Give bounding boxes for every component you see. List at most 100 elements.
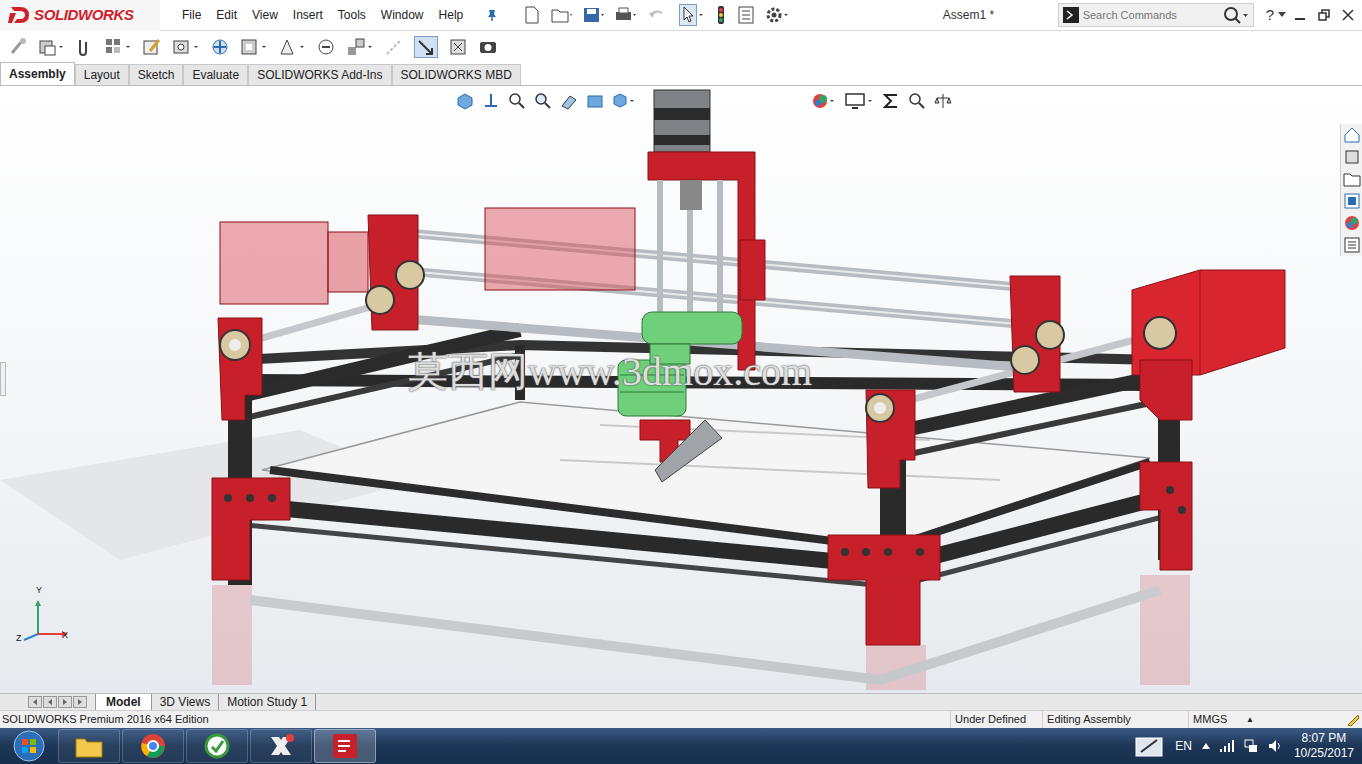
appearances-icon[interactable]: [1343, 214, 1361, 232]
previous-tab-icon[interactable]: [43, 696, 57, 708]
x5-app[interactable]: [250, 729, 312, 763]
open-folder-icon[interactable]: [551, 6, 573, 24]
command-tab-label: SOLIDWORKS MBD: [401, 66, 512, 84]
command-tab[interactable]: Sketch: [129, 64, 184, 85]
save-icon[interactable]: [583, 6, 605, 24]
rebuild-icon[interactable]: [715, 5, 727, 25]
section-view-icon[interactable]: [560, 92, 578, 110]
show-hidden-icon[interactable]: [240, 37, 268, 57]
command-tab[interactable]: SOLIDWORKS MBD: [392, 64, 521, 85]
rebuild-status-icon[interactable]: [1346, 713, 1360, 727]
new-document-icon[interactable]: [523, 6, 541, 24]
edit-component-icon[interactable]: [142, 37, 162, 57]
start-button[interactable]: [0, 729, 58, 763]
volume-icon[interactable]: [1268, 739, 1284, 753]
panel-collapse-handle[interactable]: [0, 362, 6, 396]
green-app[interactable]: [186, 729, 248, 763]
show-hidden-icons-icon[interactable]: [1202, 743, 1210, 749]
previous-view-icon[interactable]: [534, 92, 552, 110]
zoom-area-icon[interactable]: [508, 92, 526, 110]
mate-icon[interactable]: [38, 37, 64, 57]
language-indicator[interactable]: EN: [1175, 737, 1192, 755]
menu-item[interactable]: Tools: [338, 6, 366, 24]
model-tab-label: Model: [106, 693, 141, 711]
explorer-app[interactable]: [58, 729, 120, 763]
minimize-icon[interactable]: [1294, 9, 1306, 21]
mass-properties-icon[interactable]: [934, 92, 952, 110]
undo-icon[interactable]: [647, 6, 669, 24]
next-tab-icon[interactable]: [58, 696, 72, 708]
pin-icon[interactable]: [485, 8, 499, 22]
network-icon[interactable]: [1244, 739, 1258, 753]
command-tab[interactable]: Evaluate: [183, 64, 248, 85]
model-tab[interactable]: Motion Study 1: [219, 694, 316, 711]
move-component-icon[interactable]: [210, 37, 230, 57]
sum-icon[interactable]: [882, 92, 900, 110]
display-icon[interactable]: [844, 92, 874, 110]
explode-line-icon[interactable]: [384, 37, 404, 57]
print-icon[interactable]: [615, 6, 637, 24]
design-library-icon[interactable]: [1343, 148, 1361, 166]
home-icon[interactable]: [1343, 126, 1361, 144]
dynamic-annotation-icon[interactable]: [586, 92, 604, 110]
chrome-app[interactable]: [122, 729, 184, 763]
pen-input-icon[interactable]: [1135, 734, 1165, 758]
command-tab[interactable]: SOLIDWORKS Add-Ins: [248, 64, 391, 85]
instant3d-icon[interactable]: [414, 36, 438, 58]
search-icon[interactable]: [1223, 6, 1249, 24]
menu-item[interactable]: Insert: [293, 6, 323, 24]
menu-item[interactable]: Window: [381, 6, 424, 24]
menu-item[interactable]: Help: [439, 6, 464, 24]
windows-start-icon[interactable]: [12, 729, 46, 763]
menu-item[interactable]: View: [252, 6, 278, 24]
paperclip-icon[interactable]: [74, 37, 94, 57]
status-item: Editing Assembly: [1042, 711, 1188, 728]
green-app-icon: [204, 733, 230, 759]
command-tabs: Assembly Layout SketchEvaluateSOLIDWORKS A…: [0, 63, 1362, 86]
command-tab-label: Layout: [84, 66, 120, 84]
bill-of-materials-icon[interactable]: [316, 37, 336, 57]
reference-geometry-icon[interactable]: [278, 37, 306, 57]
menu-item[interactable]: File: [182, 6, 201, 24]
signal-icon[interactable]: [1220, 740, 1234, 752]
help-dropdown-icon[interactable]: [1278, 12, 1286, 18]
exploded-view-icon[interactable]: [346, 37, 374, 57]
restore-icon[interactable]: [1318, 9, 1330, 21]
measure-icon[interactable]: [908, 92, 926, 110]
search-box[interactable]: [1058, 3, 1254, 27]
update-speedpak-icon[interactable]: [448, 37, 468, 57]
options-gear-icon[interactable]: [765, 6, 789, 24]
file-properties-icon[interactable]: [737, 6, 755, 24]
model-tab[interactable]: 3D Views: [152, 694, 219, 711]
help-button[interactable]: ?: [1262, 4, 1278, 27]
clock[interactable]: 8:07 PM 10/25/2017: [1294, 731, 1354, 761]
solidworks-app[interactable]: [314, 729, 376, 763]
zoom-to-fit-icon[interactable]: [456, 92, 474, 110]
select-icon[interactable]: [679, 4, 705, 26]
snapshot-icon[interactable]: [478, 37, 498, 57]
file-explorer-icon[interactable]: [1343, 170, 1361, 188]
pattern-icon[interactable]: [104, 37, 132, 57]
first-tab-icon[interactable]: [28, 696, 42, 708]
command-tab[interactable]: Layout: [75, 64, 129, 85]
graphics-area[interactable]: 莫西网www.3dmox.com: [0, 86, 1362, 693]
view-settings-icon[interactable]: [612, 92, 636, 110]
command-tab[interactable]: Assembly: [0, 62, 75, 85]
insert-components-icon[interactable]: [8, 37, 28, 57]
model-tab-label: 3D Views: [160, 693, 210, 711]
units-dropdown-button[interactable]: ▲: [1240, 714, 1260, 726]
close-icon[interactable]: [1342, 9, 1354, 21]
appearance-icon[interactable]: [812, 92, 836, 110]
view-orientation-icon[interactable]: [482, 92, 500, 110]
assembly-feature-icon[interactable]: [172, 37, 200, 57]
model-tab[interactable]: Model: [95, 694, 152, 711]
menu-item[interactable]: Edit: [216, 6, 237, 24]
custom-properties-icon[interactable]: [1343, 236, 1361, 254]
watermark: 莫西网www.3dmox.com: [408, 348, 812, 396]
x5-app-icon: [268, 733, 294, 759]
last-tab-icon[interactable]: [73, 696, 87, 708]
view-palette-icon[interactable]: [1343, 192, 1361, 210]
clock-time: 8:07 PM: [1302, 731, 1347, 746]
search-input[interactable]: [1083, 7, 1219, 24]
document-title: Assem1 *: [943, 6, 994, 24]
